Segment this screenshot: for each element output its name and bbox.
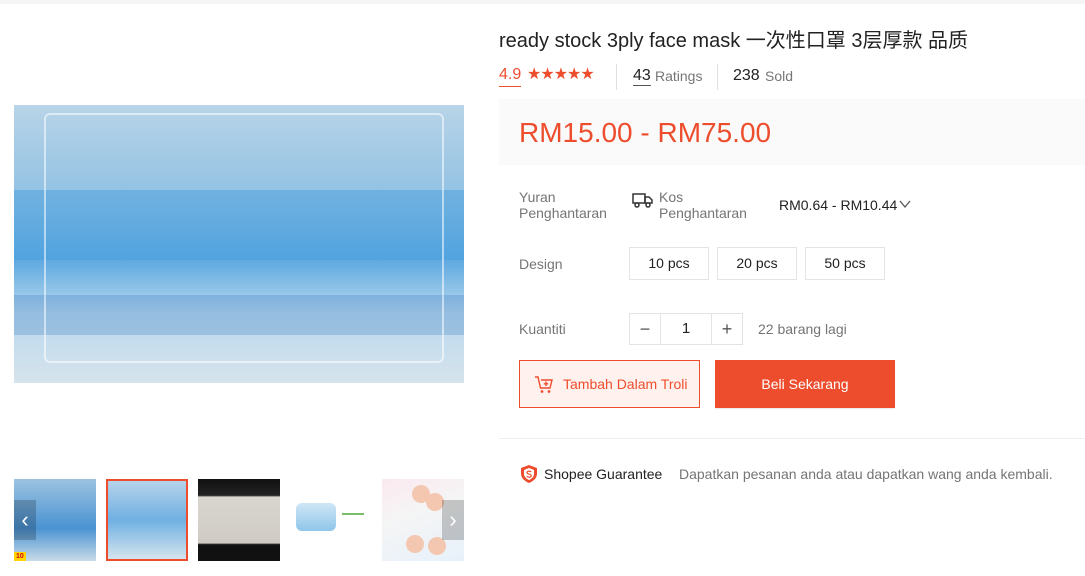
mask-image (296, 503, 336, 531)
chevron-down-icon[interactable] (898, 197, 912, 211)
product-title: ready stock 3ply face mask 一次性口罩 3层厚款 品质 (499, 30, 969, 52)
buy-now-button[interactable]: Beli Sekarang (715, 360, 895, 408)
design-option-50pcs[interactable]: 50 pcs (805, 247, 885, 280)
rating-value[interactable]: 4.9 (499, 66, 522, 87)
ratings-count[interactable]: 43 (633, 67, 651, 86)
thumbnail-2-selected[interactable] (106, 479, 188, 561)
doc-image (342, 513, 364, 525)
guarantee-description: Dapatkan pesanan anda atau dapatkan wang… (679, 466, 1053, 482)
thumbnail-strip: 10 (14, 479, 464, 561)
promo-badge: 10 (14, 552, 26, 561)
add-to-cart-icon (535, 376, 553, 393)
quantity-input[interactable]: 1 (660, 313, 712, 345)
shipping-price[interactable]: RM0.64 - RM10.44 (779, 197, 897, 213)
shipping-cost-label: Kos Penghantaran (659, 189, 747, 221)
shipping-label: Yuran Penghantaran (519, 189, 607, 221)
chevron-right-icon[interactable]: › (442, 500, 464, 540)
thumbnail-4[interactable] (290, 479, 372, 561)
top-bar (0, 0, 1085, 4)
decrease-button[interactable]: − (629, 313, 661, 345)
price-section: RM15.00 - RM75.00 (499, 99, 1085, 165)
star-rating-icon: ★★★★★ (527, 66, 595, 83)
divider (616, 64, 617, 90)
stock-remaining: 22 barang lagi (758, 321, 847, 337)
guarantee-title[interactable]: Shopee Guarantee (544, 466, 662, 482)
truck-icon (632, 193, 653, 208)
increase-button[interactable]: + (711, 313, 743, 345)
design-option-10pcs[interactable]: 10 pcs (629, 247, 709, 280)
design-label: Design (519, 256, 563, 272)
sold-label: Sold (765, 68, 794, 84)
section-divider (499, 438, 1085, 439)
sold-count: 238 (733, 67, 760, 84)
shopee-guarantee-shield-icon (521, 465, 537, 483)
quantity-label: Kuantiti (519, 321, 566, 337)
child-face (406, 535, 424, 553)
image-package-outline (44, 113, 444, 363)
add-to-cart-button[interactable]: Tambah Dalam Troli (519, 360, 700, 408)
ratings-label: Ratings (655, 68, 703, 84)
divider (717, 64, 718, 90)
product-price: RM15.00 - RM75.00 (519, 117, 772, 148)
add-to-cart-label: Tambah Dalam Troli (563, 376, 688, 392)
design-option-20pcs[interactable]: 20 pcs (717, 247, 797, 280)
thumbnail-3[interactable] (198, 479, 280, 561)
chevron-left-icon[interactable]: ‹ (14, 500, 36, 540)
main-product-image[interactable] (14, 105, 464, 383)
